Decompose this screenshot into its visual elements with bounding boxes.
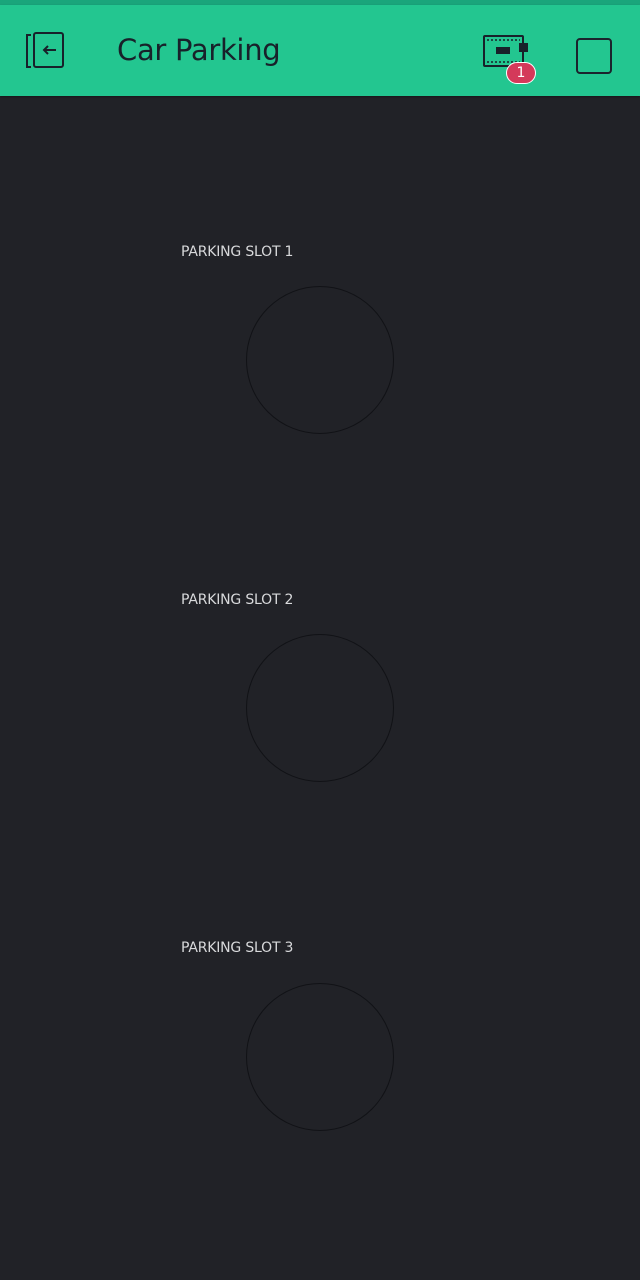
page-title: Car Parking (117, 33, 281, 67)
back-button[interactable] (20, 29, 72, 73)
parking-slot-2-led (246, 634, 394, 782)
parking-slot-2-label: PARKING SLOT 2 (181, 592, 294, 608)
app-header: Car Parking 1 (0, 5, 640, 96)
parking-slot-3-led (246, 983, 394, 1131)
play-button[interactable] (576, 38, 612, 74)
parking-slot-3-label: PARKING SLOT 3 (181, 940, 294, 956)
exit-icon (26, 32, 64, 68)
device-count-badge: 1 (506, 62, 536, 84)
parking-slot-1-led (246, 286, 394, 434)
parking-slot-1-label: PARKING SLOT 1 (181, 244, 294, 260)
